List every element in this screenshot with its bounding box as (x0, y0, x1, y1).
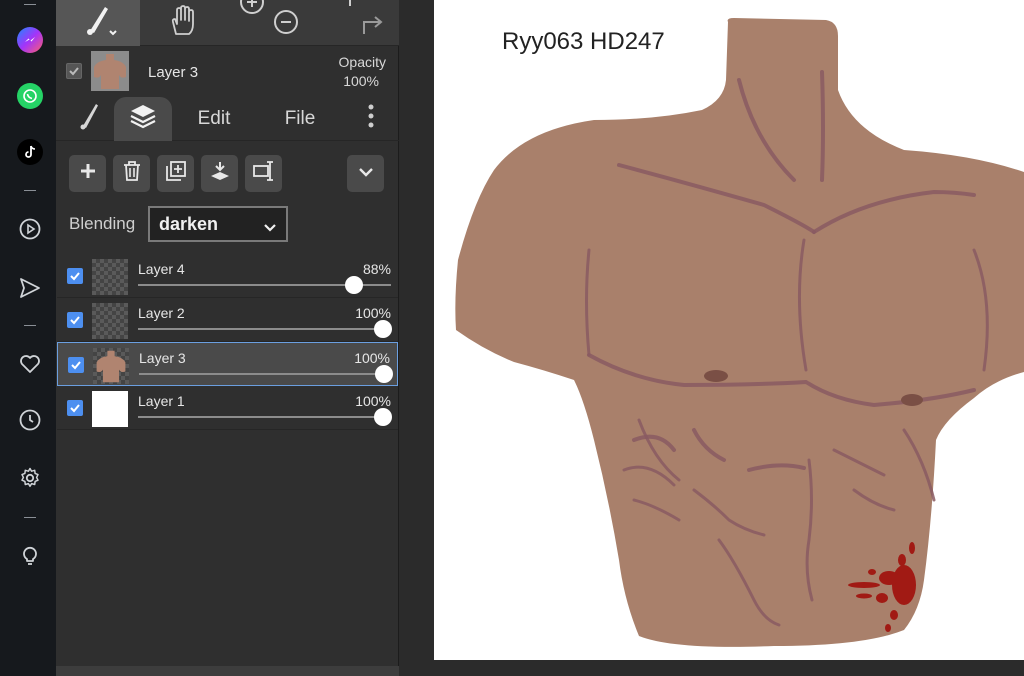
app-window: Layer 3 Opacity 100% Edit File Blending … (0, 0, 1024, 676)
drawing-canvas[interactable]: Ryy063 HD247 (434, 0, 1024, 660)
layer-opacity-value: 88% (362, 261, 391, 277)
layer-options-dropdown[interactable] (347, 155, 384, 192)
dock-separator (24, 325, 36, 326)
layer-opacity-slider[interactable] (138, 408, 392, 426)
play-circle-icon[interactable] (16, 215, 44, 243)
layer-name: Layer 1 (138, 393, 185, 409)
opacity-value: 100% (343, 73, 379, 89)
redo-icon[interactable] (358, 8, 388, 43)
layer-thumbnail (92, 391, 128, 427)
undo-icon[interactable] (336, 0, 360, 23)
layer-visibility-checkbox[interactable] (67, 400, 83, 416)
add-layer-button[interactable] (69, 155, 106, 192)
panel-bottom-bar (56, 666, 399, 676)
brush-icon (78, 1, 118, 46)
layer-visibility-checkbox[interactable] (67, 268, 83, 284)
blending-row: Blending darken (56, 204, 399, 244)
tiktok-icon[interactable] (16, 138, 44, 166)
torso-drawing (455, 18, 1024, 647)
merge-down-icon (209, 160, 231, 187)
layer-row[interactable]: Layer 4 88% (57, 254, 398, 298)
rename-layer-button[interactable] (245, 155, 282, 192)
send-icon[interactable] (16, 274, 44, 302)
current-layer-name: Layer 3 (148, 64, 199, 81)
zoom-out-icon[interactable] (272, 8, 300, 41)
zoom-tools (228, 0, 312, 46)
tab-brush[interactable] (70, 97, 110, 141)
layer-opacity-value: 100% (355, 393, 391, 409)
zoom-in-icon[interactable] (238, 0, 266, 21)
messenger-icon[interactable] (16, 26, 44, 54)
layer-opacity-slider[interactable] (138, 320, 392, 338)
layer-opacity-value: 100% (355, 305, 391, 321)
chevron-down-icon (358, 165, 374, 183)
opacity-label: Opacity (338, 54, 386, 70)
layer-visibility-checkbox[interactable] (68, 357, 84, 373)
torso-skin (455, 18, 1024, 647)
layer-row[interactable]: Layer 1 100% (57, 386, 398, 430)
merge-down-button[interactable] (201, 155, 238, 192)
more-menu-button[interactable] (356, 97, 386, 141)
delete-layer-button[interactable] (113, 155, 150, 192)
current-layer-visibility-checkbox[interactable] (66, 63, 82, 79)
hand-icon (167, 4, 201, 43)
kebab-menu-icon (368, 103, 374, 135)
brush-icon (76, 100, 104, 138)
torso-nipple-right (901, 394, 923, 406)
layer-opacity-slider[interactable] (138, 276, 391, 294)
whatsapp-icon[interactable] (16, 82, 44, 110)
layer-thumbnail (92, 259, 128, 295)
duplicate-layer-button[interactable] (157, 155, 194, 192)
layers-panel: Layer 3 Opacity 100% Edit File Blending … (56, 0, 399, 676)
layer-name: Layer 2 (138, 305, 185, 321)
tab-layers[interactable] (114, 97, 172, 141)
heart-icon[interactable] (16, 350, 44, 378)
layers-icon (128, 101, 158, 137)
layer-opacity-slider[interactable] (139, 365, 393, 383)
canvas-caption: Ryy063 HD247 (502, 28, 665, 55)
blending-mode-select[interactable]: darken (148, 206, 288, 242)
lightbulb-icon[interactable] (16, 541, 44, 569)
layer-opacity-slider-handle[interactable] (374, 408, 392, 426)
current-layer-thumbnail (91, 51, 129, 91)
plus-icon (79, 162, 97, 185)
hand-tool-button[interactable] (142, 0, 226, 46)
current-layer-preview: Layer 3 Opacity 100% (56, 47, 399, 97)
dock-separator (24, 4, 36, 5)
layer-opacity-slider-handle[interactable] (344, 276, 363, 294)
panel-tabs: Edit File (56, 97, 399, 141)
layer-thumbnail (92, 303, 128, 339)
dock-separator (24, 517, 36, 518)
tab-edit[interactable]: Edit (184, 97, 244, 141)
layer-opacity-slider-handle[interactable] (374, 320, 392, 338)
tool-strip (56, 0, 399, 46)
blending-label: Blending (69, 214, 136, 233)
tab-file[interactable]: File (270, 97, 330, 141)
layer-opacity-slider-handle[interactable] (375, 365, 393, 383)
layer-visibility-checkbox[interactable] (67, 312, 83, 328)
brush-tool-button[interactable] (56, 0, 140, 46)
torso-nipple-left (704, 370, 728, 382)
gear-icon[interactable] (16, 464, 44, 492)
dock-separator (24, 190, 36, 191)
canvas-area: Ryy063 HD247 (400, 0, 1024, 676)
blending-mode-value: darken (159, 213, 219, 234)
app-dock (0, 0, 56, 676)
layer-row[interactable]: Layer 3 100% (57, 342, 398, 386)
layer-tools (56, 150, 399, 196)
history-tools (314, 0, 399, 46)
layer-opacity-value: 100% (354, 350, 390, 366)
layer-name: Layer 4 (138, 261, 185, 277)
layer-thumbnail (93, 348, 129, 384)
text-cursor-icon (252, 160, 276, 187)
layer-name: Layer 3 (139, 350, 186, 366)
clock-icon[interactable] (16, 406, 44, 434)
layer-row[interactable]: Layer 2 100% (57, 298, 398, 342)
trash-icon (122, 160, 142, 187)
duplicate-icon (165, 160, 187, 187)
chevron-down-icon (263, 218, 277, 239)
